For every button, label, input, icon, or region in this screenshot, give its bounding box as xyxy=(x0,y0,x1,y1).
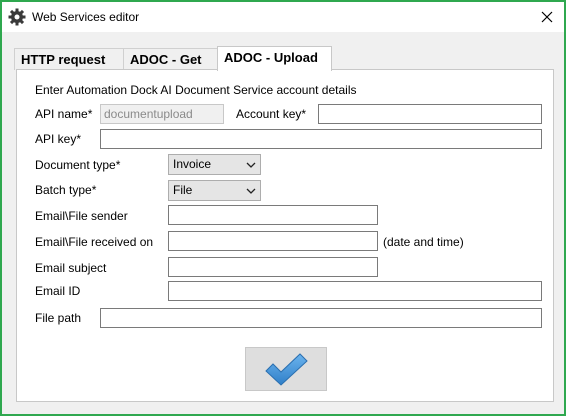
email-file-sender-label: Email\File sender xyxy=(35,209,128,223)
email-file-sender-field[interactable] xyxy=(168,205,378,225)
account-key-label: Account key* xyxy=(236,107,307,121)
close-icon xyxy=(541,11,553,23)
email-id-field[interactable] xyxy=(168,281,542,301)
email-id-label: Email ID xyxy=(35,284,81,298)
api-name-field xyxy=(100,104,224,124)
batch-type-label: Batch type* xyxy=(35,183,97,197)
api-key-label: API key* xyxy=(35,132,82,146)
tab-adoc-upload[interactable]: ADOC - Upload xyxy=(217,46,332,71)
file-path-field[interactable] xyxy=(100,308,542,328)
gear-icon xyxy=(8,8,26,26)
document-type-select[interactable]: Invoice xyxy=(168,154,261,175)
email-subject-label: Email subject xyxy=(35,261,107,275)
batch-type-select[interactable]: File xyxy=(168,180,261,201)
chevron-down-icon xyxy=(246,162,256,168)
account-key-field[interactable] xyxy=(318,104,542,124)
api-name-label: API name* xyxy=(35,107,93,121)
date-hint: (date and time) xyxy=(383,235,464,249)
upload-panel: Enter Automation Dock AI Document Servic… xyxy=(16,69,554,402)
api-key-field[interactable] xyxy=(100,129,542,149)
email-file-received-label: Email\File received on xyxy=(35,235,154,249)
close-button[interactable] xyxy=(530,2,564,32)
form-heading: Enter Automation Dock AI Document Servic… xyxy=(35,83,357,97)
web-services-editor-window: Web Services editor HTTP request ADOC - … xyxy=(0,0,566,416)
checkmark-icon xyxy=(265,353,308,386)
tab-http-request[interactable]: HTTP request xyxy=(14,48,124,70)
window-title: Web Services editor xyxy=(32,10,140,24)
chevron-down-icon xyxy=(246,188,256,194)
ok-button[interactable] xyxy=(245,347,327,391)
document-type-value: Invoice xyxy=(173,157,212,171)
title-bar: Web Services editor xyxy=(2,2,564,32)
batch-type-value: File xyxy=(173,183,193,197)
file-path-label: File path xyxy=(35,311,82,325)
document-type-label: Document type* xyxy=(35,158,121,172)
email-file-received-field[interactable] xyxy=(168,231,378,251)
tab-adoc-get[interactable]: ADOC - Get xyxy=(123,48,219,70)
email-subject-field[interactable] xyxy=(168,257,378,277)
